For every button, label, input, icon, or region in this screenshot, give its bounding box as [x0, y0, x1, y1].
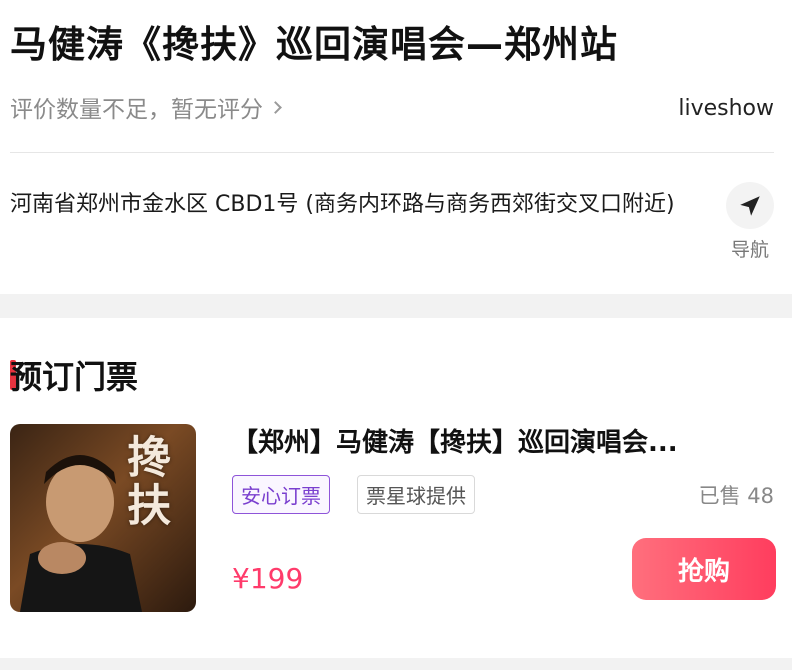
navigate-button[interactable]: 导航: [722, 182, 778, 262]
venue-title: 马健涛《搀扶》巡回演唱会—郑州站: [10, 23, 618, 66]
poster-title-text: 搀扶: [119, 434, 170, 530]
navigate-label: 导航: [730, 239, 769, 261]
chevron-right-icon: [269, 101, 282, 114]
venue-address: 河南省郑州市金水区 CBD1号 (商务内环路与商务西郊街交叉口附近): [10, 192, 675, 217]
ticket-poster-image[interactable]: 搀扶: [10, 424, 196, 612]
buy-button[interactable]: 抢购: [632, 538, 776, 600]
navigation-arrow-icon: [726, 182, 774, 229]
sold-count: 已售 48: [698, 484, 774, 508]
tag-safe-booking: 安心订票: [232, 475, 330, 514]
rating-link[interactable]: 评价数量不足，暂无评分: [10, 90, 282, 124]
divider: [10, 152, 774, 153]
venue-card: 马健涛《搀扶》巡回演唱会—郑州站 评价数量不足，暂无评分 liveshow 河南…: [0, 0, 792, 294]
ticket-price: ¥199: [232, 562, 304, 595]
source-label: liveshow: [678, 96, 774, 121]
ticket-title[interactable]: 【郑州】马健涛【搀扶】巡回演唱会...: [232, 422, 778, 459]
section-title: 预订门票: [10, 358, 139, 396]
rating-text: 评价数量不足，暂无评分: [10, 97, 263, 123]
tag-provider: 票星球提供: [357, 475, 475, 514]
